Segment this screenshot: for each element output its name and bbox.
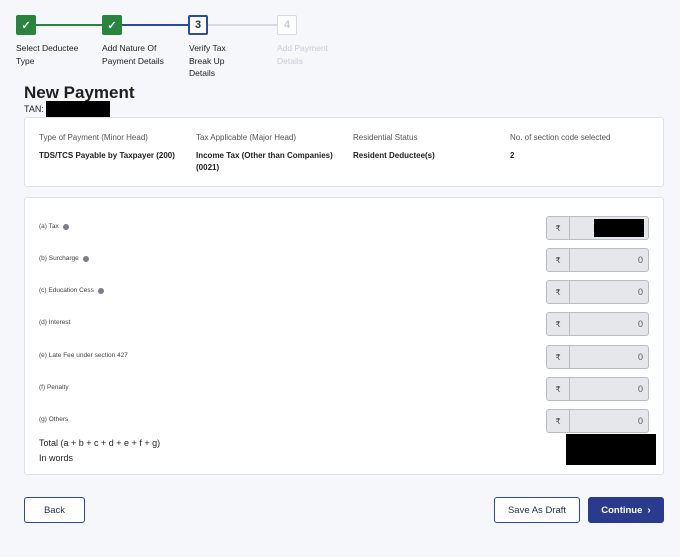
page-title: New Payment: [24, 83, 135, 102]
late-fee-amount-value: 0: [637, 352, 643, 362]
education-cess-amount-value: 0: [637, 287, 643, 297]
total-label: Total (a + b + c + d + e + f + g): [39, 438, 161, 448]
step-3-number: 3: [188, 15, 208, 35]
penalty-amount-value: 0: [637, 384, 643, 394]
tax-row: (a) Tax ₹: [25, 216, 665, 240]
step-2-label: Add Nature Of Payment Details: [102, 43, 164, 66]
continue-label: Continue: [601, 504, 643, 516]
penalty-label: (f) Penalty: [39, 384, 69, 391]
residential-status-column: Residential Status Resident Deductee(s): [353, 133, 493, 162]
others-label: (g) Others: [39, 416, 69, 423]
interest-row: (d) Interest ₹ 0: [25, 312, 665, 336]
minor-head-value: TDS/TCS Payable by Taxpayer (200): [39, 151, 175, 160]
rupee-icon: ₹: [547, 346, 570, 368]
surcharge-amount-value: 0: [637, 255, 643, 265]
education-cess-label: (c) Education Cess: [39, 287, 94, 294]
others-amount-value: 0: [637, 416, 643, 426]
step-1-label: Select Deductee Type: [16, 43, 79, 66]
step-connector: [122, 24, 188, 26]
residential-status-value: Resident Deductee(s): [353, 151, 435, 160]
in-words-label: In words: [39, 453, 74, 463]
interest-amount-value: 0: [637, 319, 643, 329]
interest-label: (d) Interest: [39, 319, 71, 326]
continue-button[interactable]: Continue ›: [588, 497, 664, 523]
info-icon[interactable]: [82, 255, 89, 262]
progress-stepper: ✓ ✓ 3 4 Select Deductee Type Add Nature …: [0, 0, 680, 80]
info-icon[interactable]: [62, 223, 69, 230]
step-4-number: 4: [277, 15, 297, 35]
section-count-label: No. of section code selected: [510, 133, 611, 142]
chevron-right-icon: ›: [647, 504, 651, 516]
save-as-draft-button[interactable]: Save As Draft: [494, 497, 580, 523]
late-fee-amount-field[interactable]: ₹ 0: [546, 345, 649, 369]
rupee-icon: ₹: [547, 249, 570, 271]
residential-status-label: Residential Status: [353, 133, 418, 142]
step-3-label: Verify Tax Break Up Details: [189, 43, 226, 78]
section-count-column: No. of section code selected 2: [510, 133, 650, 162]
tax-breakup-card: (a) Tax ₹ (b) Surcharge ₹ 0 (c) Educatio…: [24, 197, 664, 475]
education-cess-row: (c) Education Cess ₹ 0: [25, 280, 665, 304]
major-head-column: Tax Applicable (Major Head) Income Tax (…: [196, 133, 336, 174]
major-head-value: Income Tax (Other than Companies) (0021): [196, 151, 333, 172]
tax-label: (a) Tax: [39, 223, 59, 230]
payment-info-card: Type of Payment (Minor Head) TDS/TCS Pay…: [24, 117, 664, 187]
step-1-check-icon: ✓: [16, 15, 36, 35]
tax-amount-redacted: [594, 219, 644, 237]
surcharge-amount-field[interactable]: ₹ 0: [546, 248, 649, 272]
rupee-icon: ₹: [547, 217, 570, 239]
step-4-label: Add Payment Details: [277, 43, 329, 66]
info-icon[interactable]: [97, 287, 104, 294]
others-amount-field[interactable]: ₹ 0: [546, 409, 649, 433]
education-cess-amount-field[interactable]: ₹ 0: [546, 280, 649, 304]
section-count-value: 2: [510, 151, 515, 160]
others-row: (g) Others ₹ 0: [25, 409, 665, 433]
surcharge-row: (b) Surcharge ₹ 0: [25, 248, 665, 272]
back-button[interactable]: Back: [24, 497, 85, 523]
minor-head-label: Type of Payment (Minor Head): [39, 133, 148, 142]
rupee-icon: ₹: [547, 378, 570, 400]
rupee-icon: ₹: [547, 410, 570, 432]
step-2-check-icon: ✓: [102, 15, 122, 35]
late-fee-label: (e) Late Fee under section 427: [39, 352, 128, 359]
step-connector: [36, 24, 102, 26]
minor-head-column: Type of Payment (Minor Head) TDS/TCS Pay…: [39, 133, 189, 162]
penalty-amount-field[interactable]: ₹ 0: [546, 377, 649, 401]
step-connector: [208, 24, 277, 26]
tax-amount-field[interactable]: ₹: [546, 216, 649, 240]
late-fee-row: (e) Late Fee under section 427 ₹ 0: [25, 345, 665, 369]
interest-amount-field[interactable]: ₹ 0: [546, 312, 649, 336]
penalty-row: (f) Penalty ₹ 0: [25, 377, 665, 401]
surcharge-label: (b) Surcharge: [39, 255, 79, 262]
rupee-icon: ₹: [547, 313, 570, 335]
rupee-icon: ₹: [547, 281, 570, 303]
total-value-redacted: [566, 434, 656, 465]
tan-label: TAN:: [24, 104, 44, 114]
major-head-label: Tax Applicable (Major Head): [196, 133, 297, 142]
